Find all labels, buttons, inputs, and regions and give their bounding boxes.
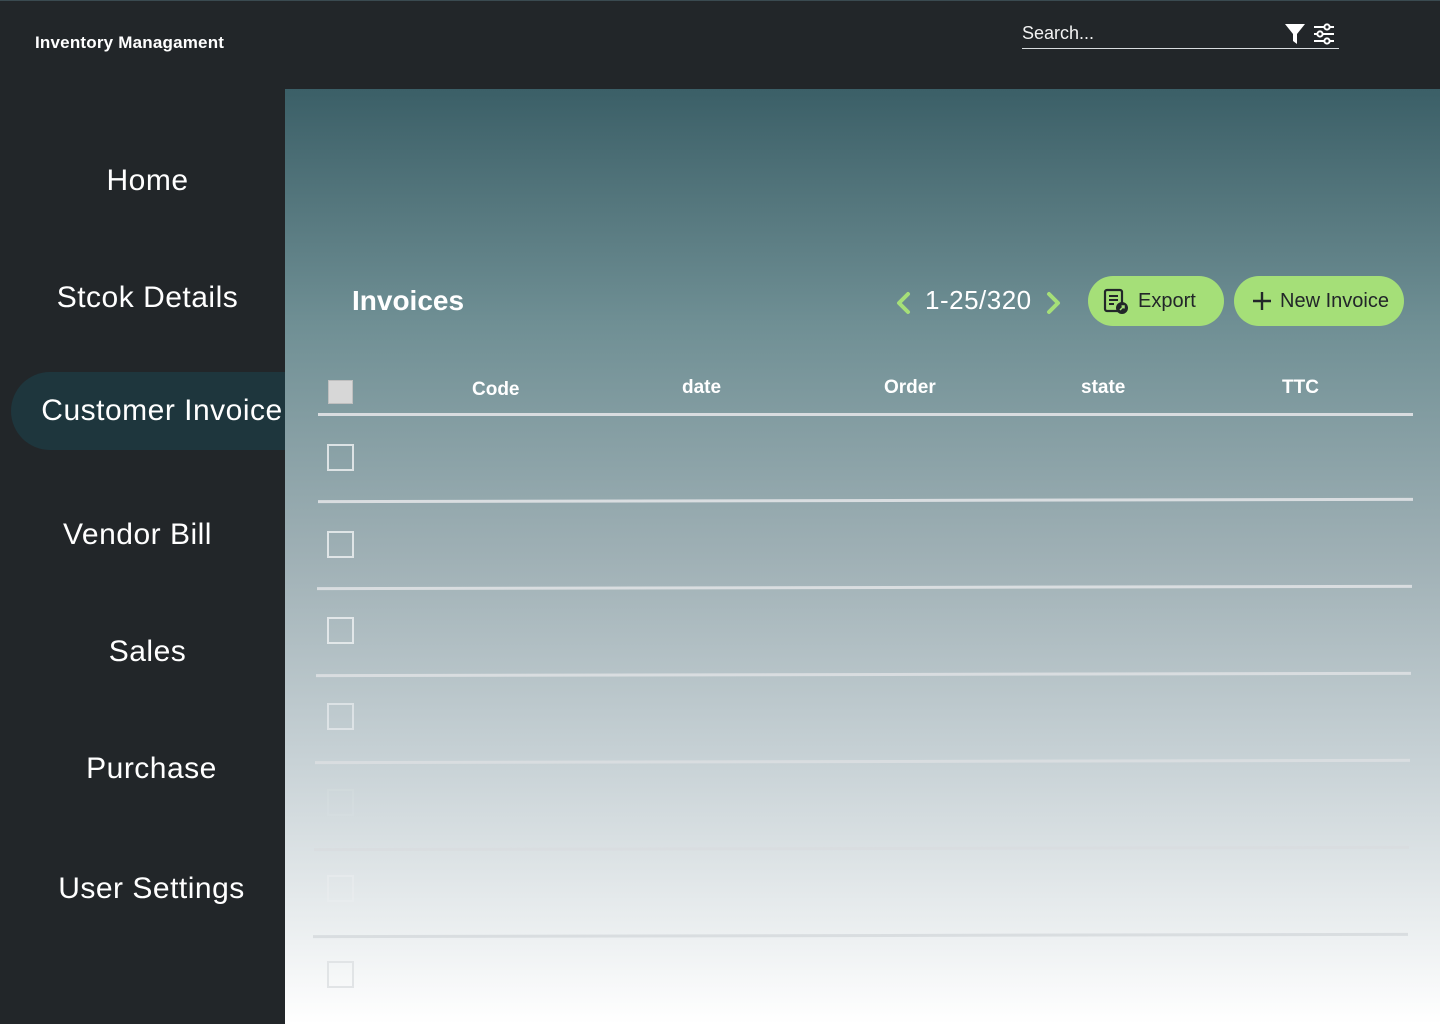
column-header-code[interactable]: Code (472, 379, 520, 401)
row-checkbox[interactable] (327, 789, 354, 816)
sidebar-item-sales[interactable]: Sales (0, 622, 295, 682)
plus-icon (1253, 292, 1271, 310)
app-title: Inventory Managament (35, 33, 225, 52)
row-checkbox[interactable] (327, 875, 354, 902)
sidebar-item-label: Stcok Details (56, 281, 239, 314)
sidebar-item-label: Customer Invoice (41, 394, 283, 427)
row-checkbox[interactable] (327, 444, 354, 471)
sidebar: Home Stcok Details Customer Invoice Vend… (0, 89, 313, 1024)
sidebar-item-user-settings[interactable]: User Settings (4, 859, 299, 919)
pagination-label: 1-25/320 (925, 285, 1032, 315)
main-content: Invoices 1-25/320 Export New Invoice Cod… (285, 89, 1440, 1024)
sidebar-item-label: Vendor Bill (63, 518, 212, 551)
table-header-divider (318, 413, 1413, 416)
chevron-right-icon[interactable] (1042, 290, 1064, 316)
row-divider (316, 584, 1413, 591)
search-bar (1022, 19, 1339, 49)
sidebar-item-label: Home (106, 164, 189, 197)
row-checkbox[interactable] (327, 617, 354, 644)
sidebar-item-stock-details[interactable]: Stcok Details (0, 268, 295, 328)
search-input[interactable] (1022, 19, 1272, 47)
new-invoice-button[interactable]: New Invoice (1234, 276, 1404, 326)
column-header-order[interactable]: Order (884, 377, 936, 399)
row-divider (315, 671, 1412, 678)
row-divider (314, 758, 1411, 765)
filter-icon[interactable] (1284, 22, 1306, 46)
column-header-state[interactable]: state (1081, 377, 1125, 399)
top-bar: Inventory Managament (0, 0, 1440, 89)
sliders-icon[interactable] (1312, 22, 1336, 46)
sidebar-item-label: Purchase (86, 752, 217, 785)
sidebar-item-purchase[interactable]: Purchase (4, 739, 299, 799)
sidebar-item-label: Sales (108, 635, 187, 668)
export-document-icon (1103, 288, 1128, 314)
export-label: Export (1138, 289, 1196, 312)
row-divider (313, 845, 1410, 852)
row-divider (317, 497, 1414, 504)
row-divider (312, 932, 1409, 939)
sidebar-item-label: User Settings (58, 872, 245, 905)
sidebar-item-home[interactable]: Home (0, 151, 295, 211)
row-checkbox[interactable] (327, 961, 354, 988)
chevron-left-icon[interactable] (893, 290, 915, 316)
row-checkbox[interactable] (327, 703, 354, 730)
column-header-date[interactable]: date (682, 377, 721, 399)
page-title: Invoices (352, 285, 465, 316)
select-all-checkbox[interactable] (328, 380, 353, 404)
row-checkbox[interactable] (327, 531, 354, 558)
sidebar-item-vendor-bill[interactable]: Vendor Bill (0, 505, 285, 565)
new-invoice-label: New Invoice (1280, 289, 1389, 312)
export-button[interactable]: Export (1088, 276, 1224, 326)
sidebar-item-customer-invoice[interactable]: Customer Invoice (11, 372, 313, 450)
column-header-ttc[interactable]: TTC (1282, 377, 1319, 399)
